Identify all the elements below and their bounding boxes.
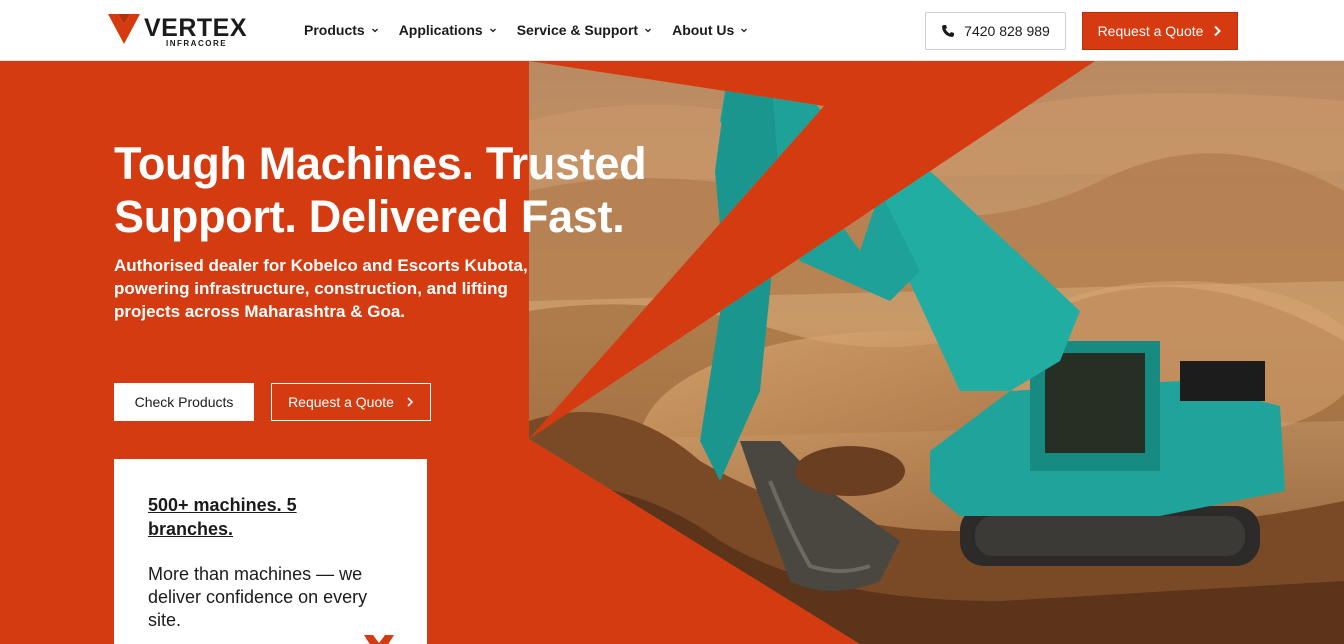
check-products-label: Check Products bbox=[134, 394, 234, 410]
hero-request-quote-button[interactable]: Request a Quote bbox=[271, 383, 431, 421]
hero-section: Tough Machines. Trusted Support. Deliver… bbox=[0, 61, 1344, 644]
chevron-down-icon bbox=[741, 28, 748, 33]
chevron-down-icon bbox=[645, 28, 652, 33]
check-products-button[interactable]: Check Products bbox=[114, 383, 254, 421]
nav-item-about-us[interactable]: About Us bbox=[672, 22, 748, 38]
request-quote-button[interactable]: Request a Quote bbox=[1082, 12, 1238, 50]
nav-item-service-support[interactable]: Service & Support bbox=[517, 22, 652, 38]
site-header: VERTEX INFRACORE Products Applications S… bbox=[0, 0, 1344, 61]
stats-card: 500+ machines. 5 branches. More than mac… bbox=[114, 459, 427, 644]
stats-card-text: More than machines — we deliver confiden… bbox=[148, 564, 368, 630]
hero-headline: Tough Machines. Trusted Support. Deliver… bbox=[114, 138, 647, 242]
phone-number: 7420 828 989 bbox=[964, 23, 1050, 39]
nav-item-label: About Us bbox=[672, 22, 735, 38]
nav-item-applications[interactable]: Applications bbox=[399, 22, 497, 38]
phone-icon bbox=[942, 25, 955, 37]
hero-subline: Authorised dealer for Kobelco and Escort… bbox=[114, 256, 528, 321]
vertex-logo-mark-icon bbox=[364, 635, 394, 644]
main-nav: Products Applications Service & Support … bbox=[304, 20, 748, 40]
nav-item-label: Applications bbox=[398, 22, 483, 38]
nav-item-products[interactable]: Products bbox=[304, 22, 379, 38]
phone-button[interactable]: 7420 828 989 bbox=[925, 12, 1066, 50]
chevron-down-icon bbox=[489, 28, 496, 33]
brand-tagline: INFRACORE bbox=[166, 39, 228, 48]
brand-name: VERTEX bbox=[144, 14, 248, 42]
brand-logo[interactable]: VERTEX INFRACORE bbox=[108, 12, 248, 50]
nav-item-label: Service & Support bbox=[516, 22, 639, 38]
stats-card-title[interactable]: 500+ machines. 5 branches. bbox=[148, 493, 368, 541]
chevron-right-icon bbox=[1214, 25, 1222, 37]
request-quote-label: Request a Quote bbox=[1097, 23, 1204, 39]
hero-request-quote-label: Request a Quote bbox=[288, 394, 394, 410]
vertex-logo-mark-icon bbox=[108, 14, 140, 44]
chevron-right-icon bbox=[407, 397, 414, 407]
chevron-down-icon bbox=[371, 28, 378, 33]
nav-item-label: Products bbox=[304, 22, 365, 38]
